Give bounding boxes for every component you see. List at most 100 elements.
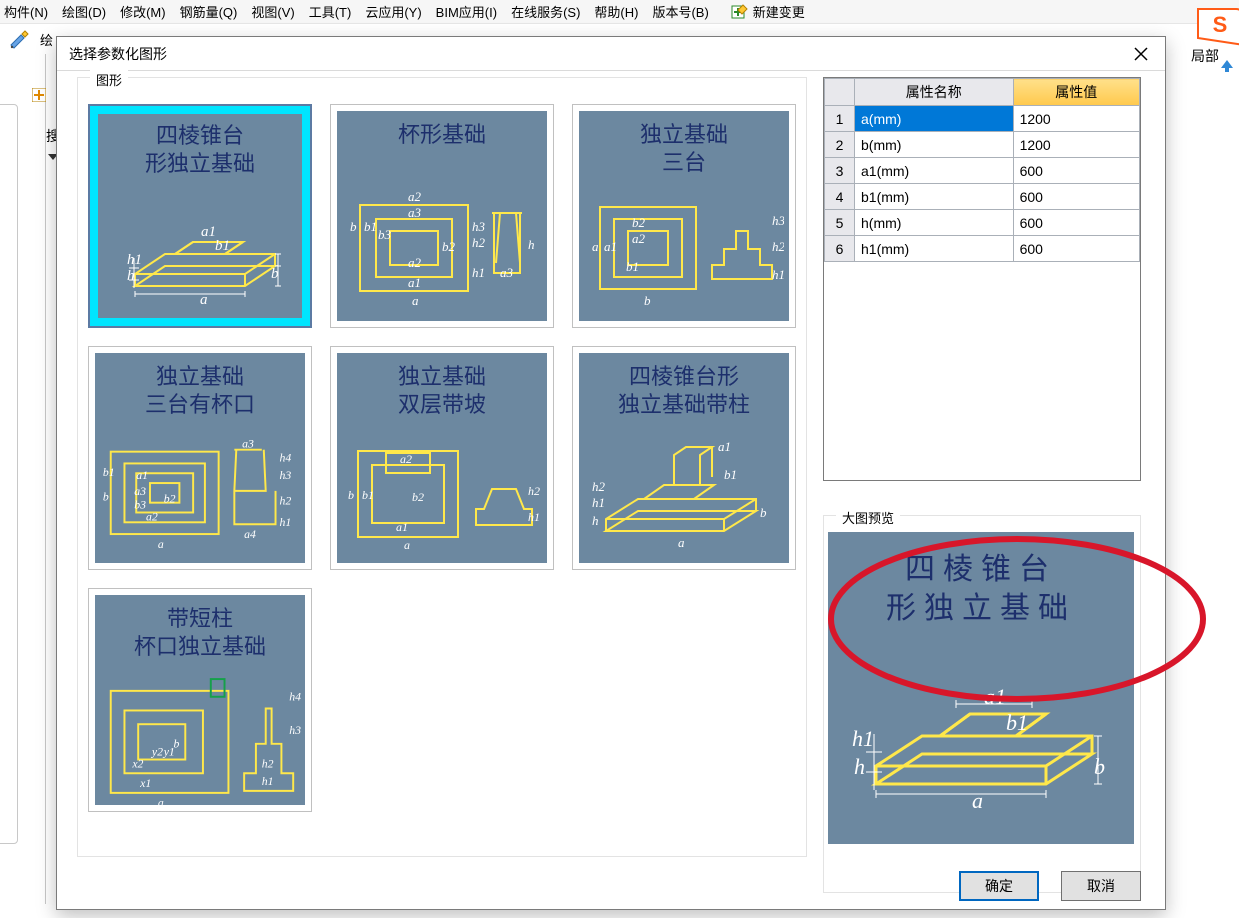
svg-text:a3: a3 bbox=[242, 438, 254, 451]
row-index: 4 bbox=[825, 184, 855, 210]
shape-title-line: 独立基础带柱 bbox=[618, 392, 750, 417]
prop-value-header: 属性值 bbox=[1013, 79, 1139, 106]
shape-title-line: 四棱锥台形 bbox=[629, 364, 739, 389]
table-row[interactable]: 3 a1(mm) 600 bbox=[825, 158, 1140, 184]
table-row[interactable]: 1 a(mm) 1200 bbox=[825, 106, 1140, 132]
svg-text:b: b bbox=[644, 293, 651, 308]
svg-text:b2: b2 bbox=[412, 490, 424, 504]
svg-text:a1: a1 bbox=[201, 224, 216, 240]
shape-title-line: 形独立基础 bbox=[145, 151, 255, 176]
draw-tool-icon[interactable] bbox=[8, 28, 30, 50]
svg-text:h1: h1 bbox=[772, 267, 784, 282]
svg-text:a1: a1 bbox=[408, 275, 421, 290]
dialog-footer: 确定 取消 bbox=[959, 871, 1141, 901]
svg-text:b1: b1 bbox=[724, 467, 737, 482]
property-table: 属性名称 属性值 1 a(mm) 1200 2 b(mm) bbox=[823, 77, 1141, 481]
dialog-titlebar: 选择参数化图形 bbox=[57, 37, 1165, 71]
menu-item[interactable]: 绘图(D) bbox=[62, 2, 106, 21]
dialog-title: 选择参数化图形 bbox=[69, 44, 167, 64]
new-change-button[interactable]: 新建变更 bbox=[731, 2, 805, 21]
svg-text:b: b bbox=[350, 219, 357, 234]
svg-text:a: a bbox=[592, 239, 599, 254]
up-arrow-icon[interactable] bbox=[1217, 56, 1237, 76]
shape-tile-isolated-three-step[interactable]: 独立基础 三台 bbox=[572, 104, 796, 328]
prop-value-cell[interactable]: 600 bbox=[1013, 158, 1139, 184]
svg-text:y2: y2 bbox=[151, 746, 163, 759]
prop-name-header: 属性名称 bbox=[855, 79, 1014, 106]
svg-text:a3: a3 bbox=[134, 485, 146, 498]
svg-text:a: a bbox=[972, 788, 983, 813]
preview-canvas: 四棱锥台 形独立基础 a1 bbox=[828, 532, 1134, 844]
cancel-button[interactable]: 取消 bbox=[1061, 871, 1141, 901]
svg-text:b1: b1 bbox=[364, 219, 377, 234]
shape-group: 图形 四棱锥台 形独立基础 bbox=[77, 77, 807, 857]
menu-item[interactable]: 在线服务(S) bbox=[511, 2, 580, 21]
menu-item[interactable]: BIM应用(I) bbox=[436, 2, 497, 21]
svg-text:h: h bbox=[854, 754, 865, 779]
svg-text:a2: a2 bbox=[408, 189, 422, 204]
menu-item[interactable]: 版本号(B) bbox=[652, 2, 708, 21]
svg-text:b: b bbox=[103, 491, 109, 504]
table-row[interactable]: 6 h1(mm) 600 bbox=[825, 236, 1140, 262]
prop-value-cell[interactable]: 600 bbox=[1013, 236, 1139, 262]
new-change-label: 新建变更 bbox=[753, 2, 805, 21]
svg-text:h1: h1 bbox=[592, 495, 605, 510]
shape-tile-isolated-double-slope[interactable]: 独立基础 双层带坡 bbox=[330, 346, 554, 570]
svg-text:a2: a2 bbox=[408, 255, 422, 270]
svg-text:b1: b1 bbox=[626, 259, 639, 274]
row-index: 1 bbox=[825, 106, 855, 132]
svg-text:h1: h1 bbox=[262, 775, 274, 788]
partial-overflow-label: 局部 bbox=[1191, 46, 1219, 66]
preview-title-line: 四棱锥台 bbox=[905, 553, 1057, 586]
shape-title-line: 四棱锥台 bbox=[156, 123, 244, 148]
ok-button[interactable]: 确定 bbox=[959, 871, 1039, 901]
cancel-button-label: 取消 bbox=[1087, 876, 1115, 896]
table-row[interactable]: 5 h(mm) 600 bbox=[825, 210, 1140, 236]
svg-text:h2: h2 bbox=[528, 484, 540, 498]
menu-item[interactable]: 云应用(Y) bbox=[365, 2, 421, 21]
shape-title-line: 杯口独立基础 bbox=[134, 634, 266, 659]
svg-text:b2: b2 bbox=[442, 239, 456, 254]
svg-text:b2: b2 bbox=[164, 493, 176, 506]
svg-text:h2: h2 bbox=[592, 479, 606, 494]
dialog-close-button[interactable] bbox=[1121, 41, 1161, 67]
shape-title-line: 独立基础 bbox=[398, 364, 486, 389]
menu-item[interactable]: 修改(M) bbox=[120, 2, 166, 21]
prop-value-cell[interactable]: 600 bbox=[1013, 210, 1139, 236]
row-index: 6 bbox=[825, 236, 855, 262]
shape-tile-frustum-with-column[interactable]: 四棱锥台形 独立基础带柱 bbox=[572, 346, 796, 570]
svg-text:a1: a1 bbox=[604, 239, 617, 254]
prop-value-cell[interactable]: 1200 bbox=[1013, 132, 1139, 158]
svg-text:h: h bbox=[127, 268, 135, 284]
svg-text:h1: h1 bbox=[852, 726, 874, 751]
shape-tile-cup-foundation[interactable]: 杯形基础 bbox=[330, 104, 554, 328]
prop-value-cell[interactable]: 1200 bbox=[1013, 106, 1139, 132]
svg-text:h1: h1 bbox=[528, 510, 540, 524]
table-row[interactable]: 4 b1(mm) 600 bbox=[825, 184, 1140, 210]
param-shape-dialog: 选择参数化图形 图形 四棱锥台 形独立基础 bbox=[56, 36, 1166, 910]
svg-text:a: a bbox=[404, 538, 410, 551]
add-icon[interactable] bbox=[32, 88, 46, 102]
shape-group-label: 图形 bbox=[90, 70, 128, 89]
svg-text:x1: x1 bbox=[139, 777, 151, 790]
row-index: 2 bbox=[825, 132, 855, 158]
table-row[interactable]: 2 b(mm) 1200 bbox=[825, 132, 1140, 158]
svg-text:h2: h2 bbox=[262, 757, 274, 770]
shape-tile-frustum-isolated[interactable]: 四棱锥台 形独立基础 bbox=[88, 104, 312, 328]
menu-item[interactable]: 构件(N) bbox=[4, 2, 48, 21]
new-change-icon bbox=[731, 3, 749, 21]
prop-value-cell[interactable]: 600 bbox=[1013, 184, 1139, 210]
svg-text:h3: h3 bbox=[289, 724, 301, 737]
panel-collapse-handle[interactable] bbox=[0, 104, 18, 844]
svg-text:a1: a1 bbox=[984, 684, 1006, 709]
svg-text:S: S bbox=[1213, 12, 1228, 37]
menu-item[interactable]: 工具(T) bbox=[309, 2, 352, 21]
svg-text:b1: b1 bbox=[215, 238, 230, 254]
shape-title-line: 独立基础 bbox=[156, 364, 244, 389]
svg-text:a1: a1 bbox=[396, 520, 408, 534]
menu-item[interactable]: 帮助(H) bbox=[594, 2, 638, 21]
shape-tile-isolated-three-step-cup[interactable]: 独立基础 三台有杯口 bbox=[88, 346, 312, 570]
menu-item[interactable]: 视图(V) bbox=[251, 2, 294, 21]
menu-item[interactable]: 钢筋量(Q) bbox=[180, 2, 238, 21]
shape-tile-short-column-cup[interactable]: 带短柱 杯口独立基础 bbox=[88, 588, 312, 812]
